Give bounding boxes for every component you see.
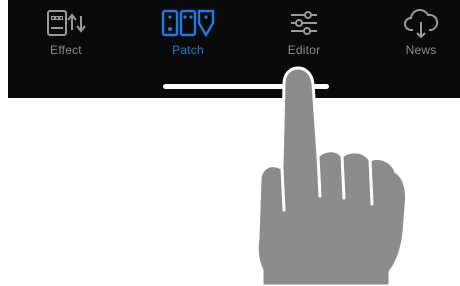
pointing-hand-icon (255, 66, 408, 286)
